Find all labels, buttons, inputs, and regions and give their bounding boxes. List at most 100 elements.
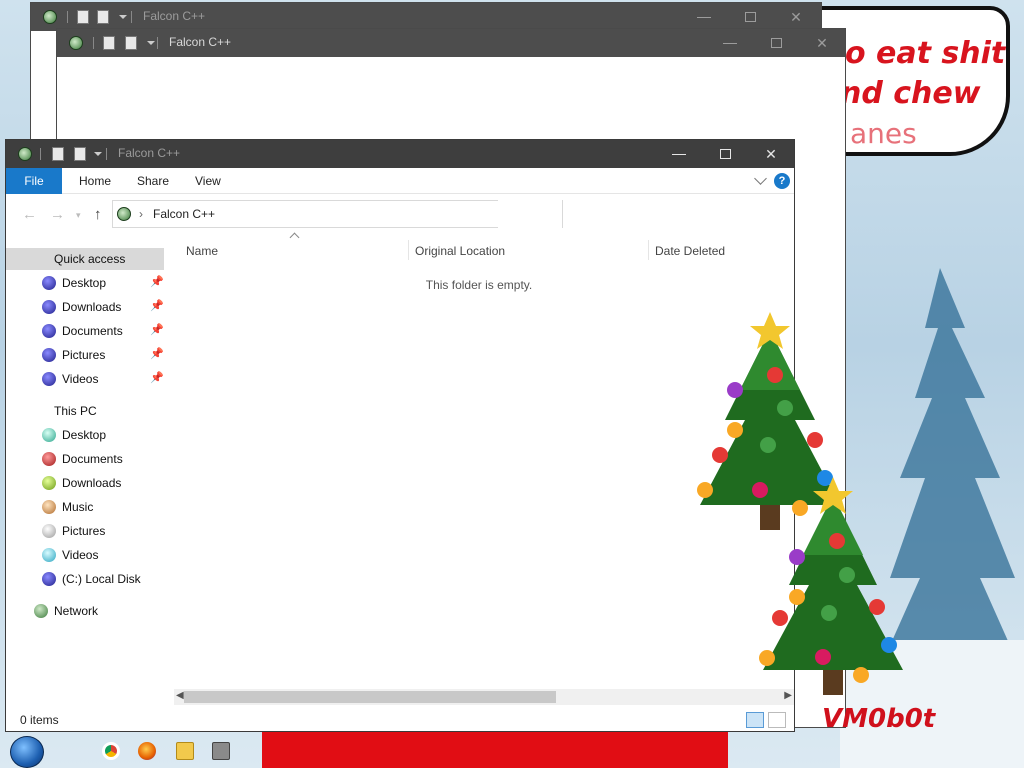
sidebar-item-pc-downloads[interactable]: Downloads bbox=[6, 472, 164, 494]
sidebar-item-pictures[interactable]: Pictures 📌 bbox=[6, 344, 164, 366]
sidebar-item-pc-videos[interactable]: Videos bbox=[6, 544, 164, 566]
tab-share[interactable]: Share bbox=[124, 168, 182, 194]
chrome-icon[interactable] bbox=[102, 742, 120, 760]
explorer-window-main[interactable]: Falcon C++ ✕ File Home Share View ? ← → … bbox=[5, 139, 795, 732]
titlebar-separator bbox=[93, 37, 94, 49]
sidebar-item-desktop[interactable]: Desktop 📌 bbox=[6, 272, 164, 294]
tab-view[interactable]: View bbox=[182, 168, 234, 194]
recycle-bin-icon bbox=[18, 147, 32, 161]
chevron-down-icon[interactable] bbox=[147, 41, 155, 45]
navigation-pane: Quick access Desktop 📌 Downloads 📌 Docum… bbox=[6, 234, 164, 709]
sidebar-item-label: (C:) Local Disk bbox=[62, 572, 141, 586]
details-view-button[interactable] bbox=[746, 712, 764, 728]
network-icon bbox=[34, 604, 48, 618]
minimize-button[interactable] bbox=[707, 29, 753, 57]
close-icon: ✕ bbox=[816, 34, 828, 51]
search-box-edge[interactable] bbox=[562, 200, 563, 228]
back-arrow-icon[interactable]: ← bbox=[22, 206, 37, 223]
maximize-icon bbox=[719, 149, 731, 159]
maximize-icon bbox=[770, 38, 782, 48]
sidebar-item-quick-access[interactable]: Quick access bbox=[6, 248, 164, 270]
close-icon: ✕ bbox=[790, 8, 802, 25]
minimize-button[interactable] bbox=[681, 3, 727, 31]
recent-locations-icon[interactable]: ▾ bbox=[76, 210, 81, 221]
minimize-icon bbox=[723, 42, 737, 44]
maximize-button[interactable] bbox=[727, 3, 773, 31]
sidebar-item-pc-music[interactable]: Music bbox=[6, 496, 164, 518]
properties-icon[interactable] bbox=[77, 10, 89, 24]
scroll-left-icon[interactable]: ◀ bbox=[176, 690, 184, 701]
breadcrumb-location[interactable]: Falcon C++ bbox=[153, 207, 215, 221]
media-app-icon[interactable] bbox=[212, 742, 230, 760]
sidebar-item-this-pc[interactable]: This PC bbox=[6, 400, 164, 422]
window-title: Falcon C++ bbox=[143, 9, 206, 23]
help-button[interactable]: ? bbox=[774, 173, 790, 189]
close-icon: ✕ bbox=[765, 145, 777, 162]
window-titlebar[interactable]: Falcon C++ ✕ bbox=[6, 140, 794, 168]
pin-icon[interactable]: 📌 bbox=[150, 348, 164, 361]
ribbon-tabs: File Home Share View ? bbox=[6, 168, 794, 194]
titlebar-separator bbox=[131, 11, 132, 23]
address-bar[interactable]: › Falcon C++ bbox=[112, 200, 498, 228]
new-folder-icon[interactable] bbox=[125, 36, 137, 50]
speech-text-line-1: o eat shit bbox=[845, 36, 1006, 71]
new-folder-icon[interactable] bbox=[74, 147, 86, 161]
chevron-down-icon[interactable] bbox=[119, 15, 127, 19]
desktop-red-strip bbox=[262, 732, 728, 768]
downloads-folder-icon bbox=[42, 476, 56, 490]
sidebar-item-pc-desktop[interactable]: Desktop bbox=[6, 424, 164, 446]
sidebar-item-label: Desktop bbox=[62, 276, 107, 290]
sidebar-item-pc-documents[interactable]: Documents bbox=[6, 448, 164, 470]
window-titlebar[interactable]: Falcon C++ ✕ bbox=[57, 29, 845, 57]
file-explorer-icon[interactable] bbox=[176, 742, 194, 760]
close-button[interactable]: ✕ bbox=[799, 29, 845, 57]
sidebar-item-label: This PC bbox=[54, 404, 97, 418]
maximize-button[interactable] bbox=[753, 29, 799, 57]
sidebar-item-downloads[interactable]: Downloads 📌 bbox=[6, 296, 164, 318]
firefox-icon[interactable] bbox=[138, 742, 156, 760]
close-button[interactable]: ✕ bbox=[748, 140, 794, 168]
maximize-icon bbox=[744, 12, 756, 22]
large-icons-view-button[interactable] bbox=[768, 712, 786, 728]
chevron-down-icon[interactable] bbox=[94, 152, 102, 156]
up-arrow-icon[interactable]: ↑ bbox=[94, 206, 102, 223]
new-folder-icon[interactable] bbox=[97, 10, 109, 24]
sidebar-item-network[interactable]: Network bbox=[6, 600, 164, 622]
horizontal-scrollbar[interactable]: ◀ ▶ bbox=[174, 689, 794, 705]
forward-arrow-icon[interactable]: → bbox=[50, 206, 65, 223]
tab-home[interactable]: Home bbox=[66, 168, 124, 194]
pin-icon[interactable]: 📌 bbox=[150, 324, 164, 337]
pictures-folder-icon bbox=[42, 348, 56, 362]
start-button[interactable] bbox=[10, 736, 44, 768]
pin-icon[interactable]: 📌 bbox=[150, 372, 164, 385]
column-header-date-deleted[interactable]: Date Deleted bbox=[655, 240, 725, 262]
pin-icon[interactable]: 📌 bbox=[150, 276, 164, 289]
tab-file[interactable]: File bbox=[6, 168, 62, 194]
desktop-folder-icon bbox=[42, 428, 56, 442]
minimize-button[interactable] bbox=[656, 140, 702, 168]
window-title: Falcon C++ bbox=[169, 35, 232, 49]
titlebar-separator bbox=[106, 148, 107, 160]
expand-ribbon-icon[interactable] bbox=[754, 172, 767, 185]
sidebar-item-local-disk[interactable]: (C:) Local Disk bbox=[6, 568, 164, 590]
scrollbar-thumb[interactable] bbox=[184, 691, 556, 703]
sidebar-item-label: Videos bbox=[62, 548, 99, 562]
properties-icon[interactable] bbox=[52, 147, 64, 161]
column-divider[interactable] bbox=[408, 240, 409, 260]
sidebar-item-label: Network bbox=[54, 604, 99, 618]
music-folder-icon bbox=[42, 500, 56, 514]
sidebar-item-videos[interactable]: Videos 📌 bbox=[6, 368, 164, 390]
navigation-bar: ← → ▾ ↑ › Falcon C++ bbox=[6, 194, 794, 234]
maximize-button[interactable] bbox=[702, 140, 748, 168]
sidebar-item-pc-pictures[interactable]: Pictures bbox=[6, 520, 164, 542]
column-header-name[interactable]: Name bbox=[186, 240, 218, 262]
sidebar-item-documents[interactable]: Documents 📌 bbox=[6, 320, 164, 342]
window-titlebar[interactable]: Falcon C++ ✕ bbox=[31, 3, 821, 31]
pictures-folder-icon bbox=[42, 524, 56, 538]
column-header-original-location[interactable]: Original Location bbox=[415, 240, 505, 262]
close-button[interactable]: ✕ bbox=[773, 3, 819, 31]
local-disk-icon bbox=[42, 572, 56, 586]
pin-icon[interactable]: 📌 bbox=[150, 300, 164, 313]
properties-icon[interactable] bbox=[103, 36, 115, 50]
column-divider[interactable] bbox=[648, 240, 649, 260]
